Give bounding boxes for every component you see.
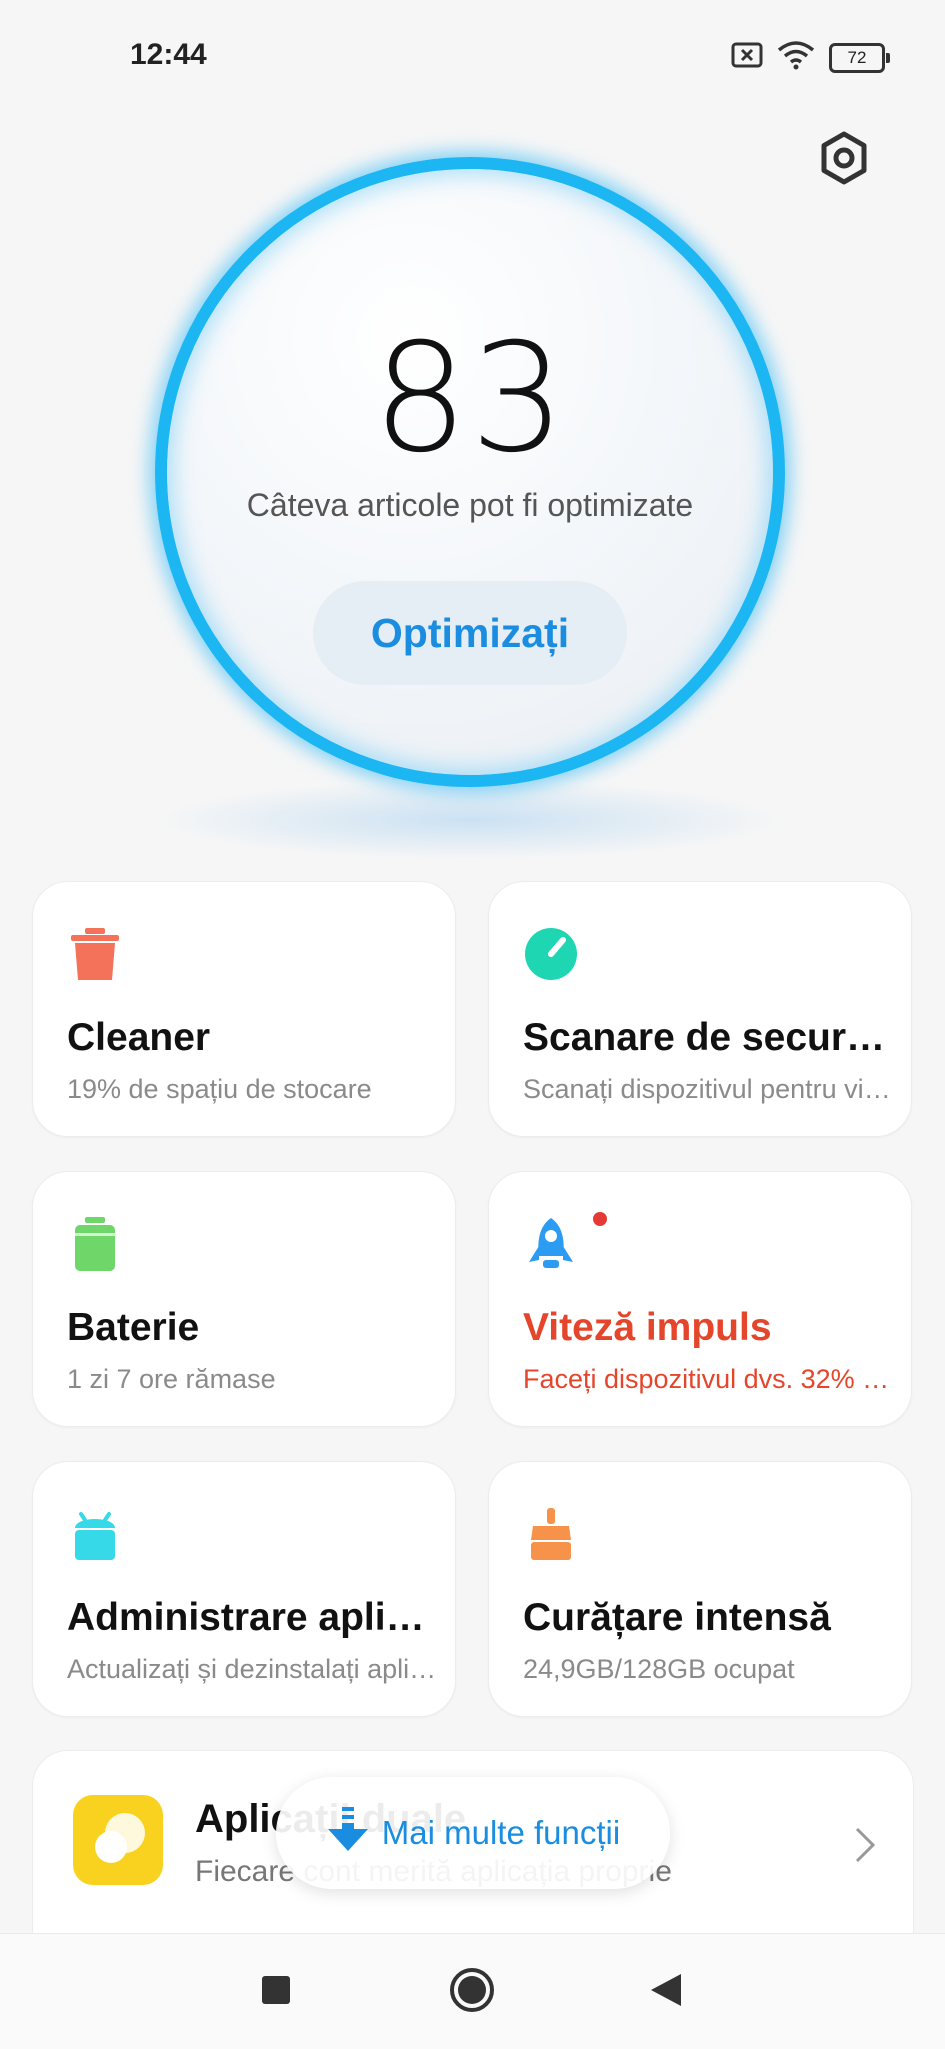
download-arrow-icon	[326, 1805, 370, 1861]
card-deep-clean[interactable]: Curățare intensă 24,9GB/128GB ocupat	[488, 1461, 912, 1717]
more-features-button[interactable]: Mai multe funcții	[276, 1777, 670, 1889]
battery-level: 72	[847, 47, 867, 67]
gear-icon	[819, 131, 869, 190]
card-desc: Actualizați și dezinstalați aplicații	[67, 1654, 437, 1684]
card-app-management[interactable]: Administrare aplicații Actualizați și de…	[32, 1461, 456, 1717]
score-subtitle: Câteva articole pot fi optimizate	[246, 487, 694, 523]
back-button[interactable]	[636, 1962, 696, 2022]
security-scan-icon	[523, 926, 579, 982]
battery-icon: 72	[829, 42, 890, 73]
card-title: Cleaner	[67, 1016, 211, 1059]
card-security-scan[interactable]: Scanare de securitate Scanați dispozitiv…	[488, 881, 912, 1137]
card-title: Baterie	[67, 1306, 200, 1349]
card-battery[interactable]: Baterie 1 zi 7 ore rămase	[32, 1171, 456, 1427]
card-title: Curățare intensă	[523, 1596, 831, 1639]
chevron-right-icon	[853, 1825, 877, 1870]
score-shadow	[155, 780, 785, 860]
recents-icon	[261, 1975, 291, 2010]
status-bar: 12:44 72	[0, 0, 945, 110]
trash-icon	[67, 926, 123, 982]
card-desc: Faceți dispozitivul dvs. 32% mai rapid	[523, 1364, 893, 1394]
status-time: 12:44	[130, 38, 207, 71]
recents-button[interactable]	[246, 1962, 306, 2022]
back-icon	[649, 1972, 683, 2013]
score-circle: 83 Câteva articole pot fi optimizate Opt…	[155, 157, 785, 787]
navigation-bar	[0, 1933, 945, 2049]
score-value: 83	[372, 312, 568, 486]
sim-off-icon	[731, 42, 763, 73]
card-cleaner[interactable]: Cleaner 19% de spațiu de stocare	[32, 881, 456, 1137]
card-title: Administrare aplicații	[67, 1596, 437, 1639]
home-icon	[449, 1967, 495, 2018]
optimize-button[interactable]: Optimizați	[313, 581, 627, 685]
home-button[interactable]	[442, 1962, 502, 2022]
card-desc: Scanați dispozitivul pentru viruși	[523, 1074, 893, 1104]
card-title: Viteză impuls	[523, 1306, 772, 1349]
card-desc: 19% de spațiu de stocare	[67, 1074, 372, 1104]
card-desc: 1 zi 7 ore rămase	[67, 1364, 276, 1394]
more-features-label: Mai multe funcții	[381, 1814, 621, 1851]
brush-icon	[523, 1506, 579, 1562]
status-icons: 72	[731, 40, 890, 75]
card-title: Scanare de securitate	[523, 1016, 893, 1059]
android-icon	[67, 1506, 123, 1562]
battery-card-icon	[67, 1216, 123, 1272]
rocket-icon	[523, 1216, 579, 1272]
settings-button[interactable]	[812, 128, 876, 192]
notification-dot	[593, 1212, 607, 1226]
dual-apps-icon	[73, 1795, 163, 1885]
card-desc: 24,9GB/128GB ocupat	[523, 1654, 795, 1684]
wifi-icon	[777, 40, 815, 75]
card-speed-boost[interactable]: Viteză impuls Faceți dispozitivul dvs. 3…	[488, 1171, 912, 1427]
